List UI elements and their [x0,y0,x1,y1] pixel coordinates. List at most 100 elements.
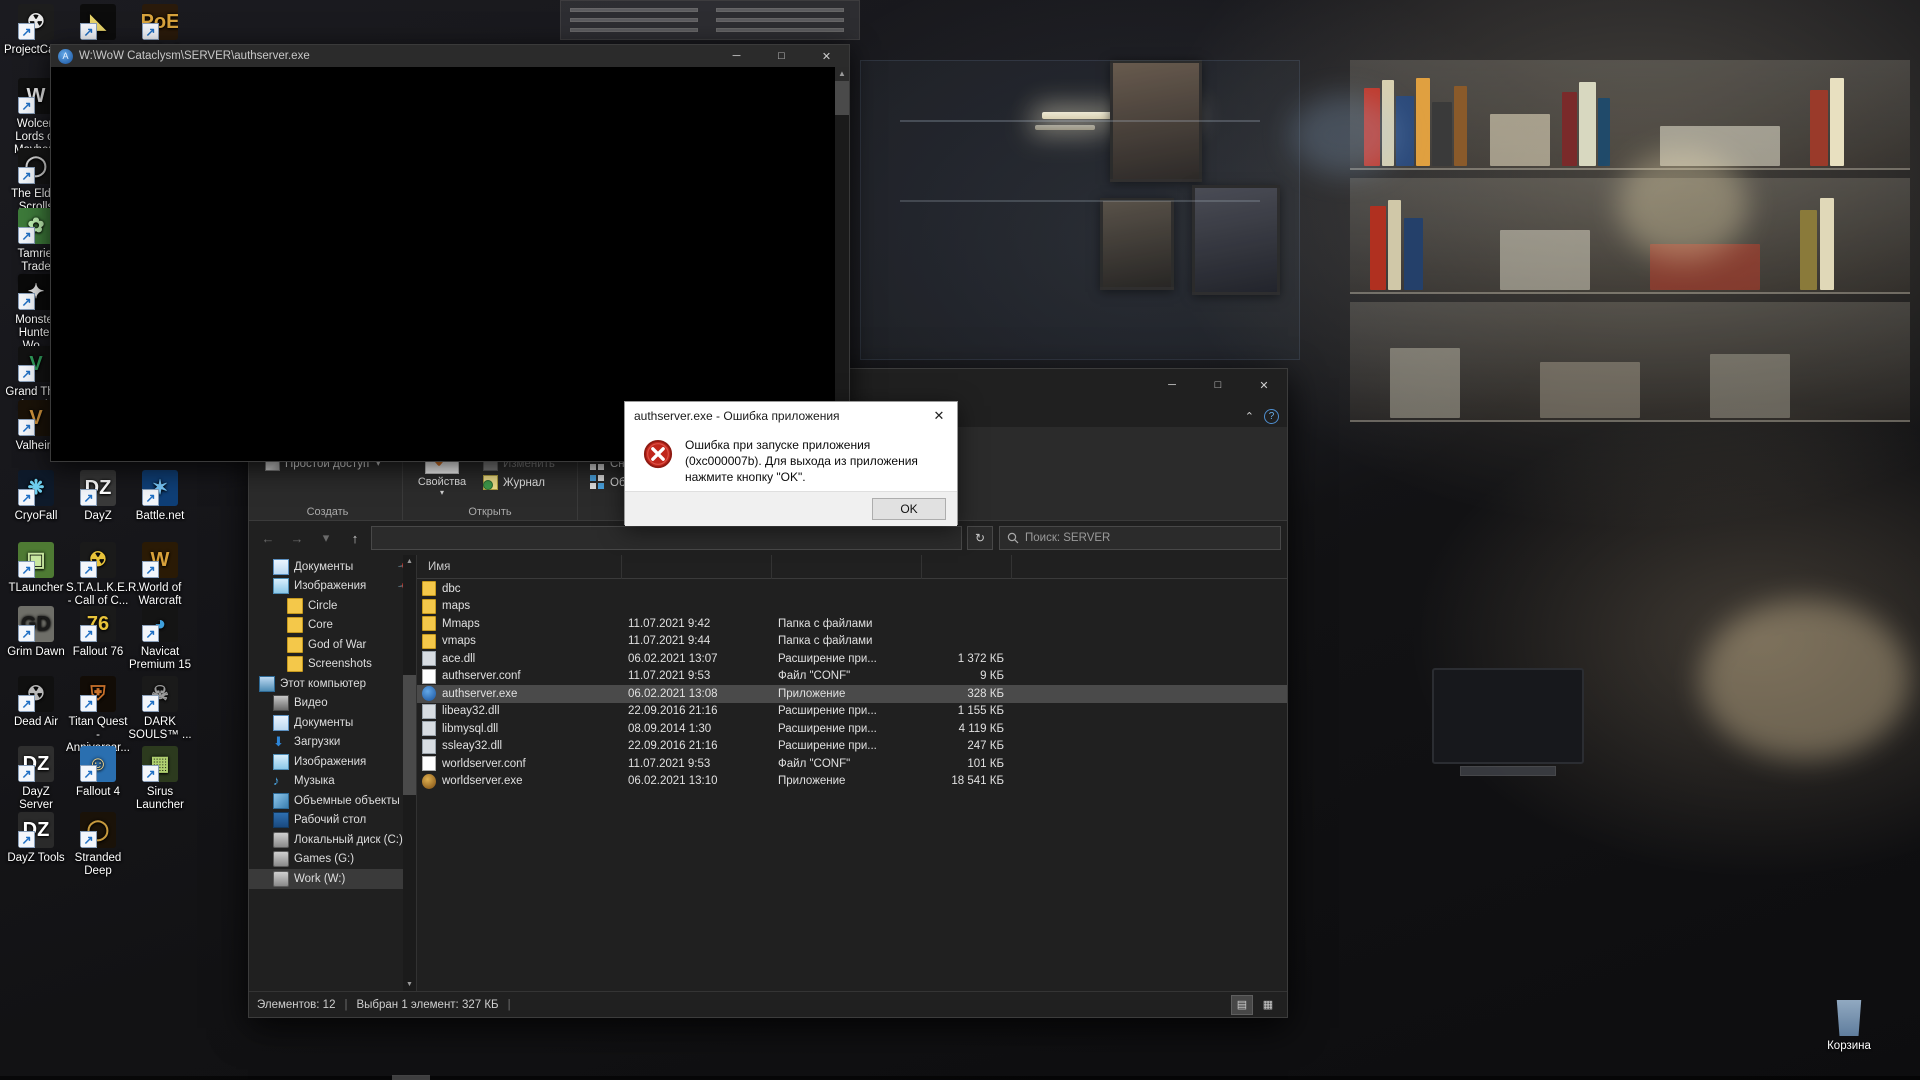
column-header-size[interactable] [922,554,1012,579]
folder-icon [287,636,303,653]
refresh-button[interactable]: ↻ [967,526,993,550]
scroll-thumb[interactable] [835,81,849,115]
column-header-type[interactable] [772,554,922,579]
desktop-icon[interactable]: ✶ ↗ Battle.net [128,470,192,523]
desktop-icon[interactable]: ☢ ↗ Dead Air [4,676,68,729]
console-titlebar[interactable]: W:\WoW Cataclysm\SERVER\authserver.exe ─… [51,45,849,67]
bookshelf-row [1350,302,1910,422]
explorer-maximize-button[interactable]: □ [1195,369,1241,401]
table-row[interactable]: ssleay32.dll 22.09.2016 21:16 Расширение п… [417,738,1287,756]
desktop-icon-label: Grim Dawn [7,646,65,658]
desktop-icon[interactable]: DZ ↗ DayZ Server [4,746,68,812]
table-row[interactable]: authserver.conf 11.07.2021 9:53 Файл "CONF… [417,668,1287,686]
nav-item-объемные-объекты[interactable]: Объемные объекты [249,791,416,811]
nav-item-документы[interactable]: Документы📌 [249,557,416,577]
search-box[interactable]: Поиск: SERVER [999,526,1281,550]
nav-item-games-g-[interactable]: Games (G:) [249,850,416,870]
nav-item-музыка[interactable]: ♪ Музыка [249,772,416,792]
desktop-icon[interactable]: DZ ↗ DayZ [66,470,130,523]
navigation-scrollbar[interactable]: ▲ ▼ [403,555,416,991]
pictures-icon [273,753,289,770]
file-name-label: maps [442,600,471,613]
shortcut-arrow-icon: ↗ [21,229,32,243]
recent-locations-button[interactable]: ▾ [313,526,339,550]
nav-item-screenshots[interactable]: Screenshots [249,655,416,675]
column-header-name[interactable]: Имя [422,554,622,579]
error-dialog-titlebar[interactable]: authserver.exe - Ошибка приложения ✕ [625,402,957,429]
battle-net-icon: ✶ ↗ [142,470,178,506]
nav-item-core[interactable]: Core [249,616,416,636]
navigation-pane[interactable]: Документы📌Изображения📌 Circle Core God of W… [249,555,417,991]
file-date-cell: 11.07.2021 9:42 [628,617,711,630]
nav-item-локальный-диск-c-[interactable]: Локальный диск (C:) [249,830,416,850]
shortcut-arrow-icon: ↗ [145,627,156,641]
shortcut-arrow-icon: ↗ [83,767,94,781]
table-row[interactable]: libeay32.dll 22.09.2016 21:16 Расширение п… [417,703,1287,721]
file-name-label: worldserver.exe [442,775,523,788]
file-size-cell: 328 КБ [967,687,1004,700]
error-dialog-close-button[interactable]: ✕ [921,402,957,429]
nav-item-god-of-war[interactable]: God of War [249,635,416,655]
explorer-minimize-button[interactable]: ─ [1149,369,1195,401]
nav-item-изображения[interactable]: Изображения📌 [249,577,416,597]
nav-item-изображения[interactable]: Изображения [249,752,416,772]
address-bar[interactable] [371,526,962,550]
details-view-button[interactable]: ▤ [1231,994,1253,1015]
desktop-icon[interactable]: GD ↗ Grim Dawn [4,606,68,659]
table-row[interactable]: worldserver.exe 06.02.2021 13:10 Приложени… [417,773,1287,791]
sirus-launcher-icon: ▦ ↗ [142,746,178,782]
console-close-button[interactable]: ✕ [804,45,849,67]
recycle-bin[interactable]: Корзина [1814,1000,1884,1052]
taskbar-item[interactable] [392,1075,430,1080]
table-row[interactable]: libmysql.dll 08.09.2014 1:30 Расширение пр… [417,720,1287,738]
desktop-icon[interactable]: 76 ↗ Fallout 76 [66,606,130,659]
collapse-ribbon-icon[interactable]: ⌃ [1245,410,1254,423]
table-row[interactable]: dbc [417,580,1287,598]
desktop-icon[interactable]: ⛨↗Titan Quest - Anniversar... [66,676,130,755]
desktop-icon[interactable]: DZ ↗ DayZ Tools [4,812,68,865]
tiles-view-button[interactable]: ▦ [1257,995,1279,1015]
ok-button[interactable]: OK [872,498,946,520]
nav-item-этот-компьютер[interactable]: Этот компьютер [249,674,416,694]
up-button[interactable]: ↑ [342,526,368,550]
table-row[interactable]: maps [417,598,1287,616]
help-icon[interactable]: ? [1264,409,1279,424]
table-row[interactable]: authserver.exe 06.02.2021 13:08 Приложение… [417,685,1287,703]
nav-item-документы[interactable]: Документы [249,713,416,733]
nav-item-загрузки[interactable]: ⬇ Загрузки [249,733,416,753]
console-maximize-button[interactable]: □ [759,45,804,67]
nav-scroll-thumb[interactable] [403,675,416,795]
history-button[interactable]: Журнал [479,474,563,491]
column-header-date[interactable] [622,554,772,579]
nav-item-рабочий-стол[interactable]: Рабочий стол [249,811,416,831]
desktop-icon[interactable]: ❋ ↗ CryoFall [4,470,68,523]
table-row[interactable]: vmaps 11.07.2021 9:44 Папка с файлами [417,633,1287,651]
table-row[interactable]: Mmaps 11.07.2021 9:42 Папка с файлами [417,615,1287,633]
nav-item-circle[interactable]: Circle [249,596,416,616]
console-window[interactable]: W:\WoW Cataclysm\SERVER\authserver.exe ─… [50,44,850,462]
nav-item-work-w-[interactable]: Work (W:) [249,869,416,889]
nav-item-видео[interactable]: Видео [249,694,416,714]
nav-scroll-up-icon[interactable]: ▲ [403,555,416,568]
desktop-icon[interactable]: ☠ ↗ DARK SOULS™ ... [128,676,192,742]
desktop-icon-label: TLauncher [8,582,64,594]
desktop-icon[interactable]: ▦ ↗ Sirus Launcher [128,746,192,812]
desktop-icon[interactable]: ▣ ↗ TLauncher [4,542,68,595]
desktop-icon[interactable]: ◯ ↗ Stranded Deep [66,812,130,878]
nav-item-label: Games (G:) [294,853,355,866]
console-minimize-button[interactable]: ─ [714,45,759,67]
table-row[interactable]: ace.dll 06.02.2021 13:07 Расширение при...… [417,650,1287,668]
error-dialog[interactable]: authserver.exe - Ошибка приложения ✕ Оши… [624,401,958,526]
table-row[interactable]: worldserver.conf 11.07.2021 9:53 Файл "CON… [417,755,1287,773]
shortcut-arrow-icon: ↗ [21,367,32,381]
forward-button[interactable]: → [284,526,310,550]
nav-scroll-down-icon[interactable]: ▼ [403,978,416,991]
desktop-icon[interactable]: ◕ ↗ Navicat Premium 15 [128,606,192,672]
back-button[interactable]: ← [255,526,281,550]
explorer-close-button[interactable]: ✕ [1241,369,1287,401]
scroll-up-arrow-icon[interactable]: ▲ [835,67,849,81]
desktop-icon[interactable]: ☺ ↗ Fallout 4 [66,746,130,799]
taskbar[interactable] [0,1076,1920,1080]
desktop-icon[interactable]: ☢ ↗ S.T.A.L.K.E.R. - Call of C... [66,542,140,608]
desktop-icon[interactable]: W ↗ World of Warcraft [128,542,192,608]
